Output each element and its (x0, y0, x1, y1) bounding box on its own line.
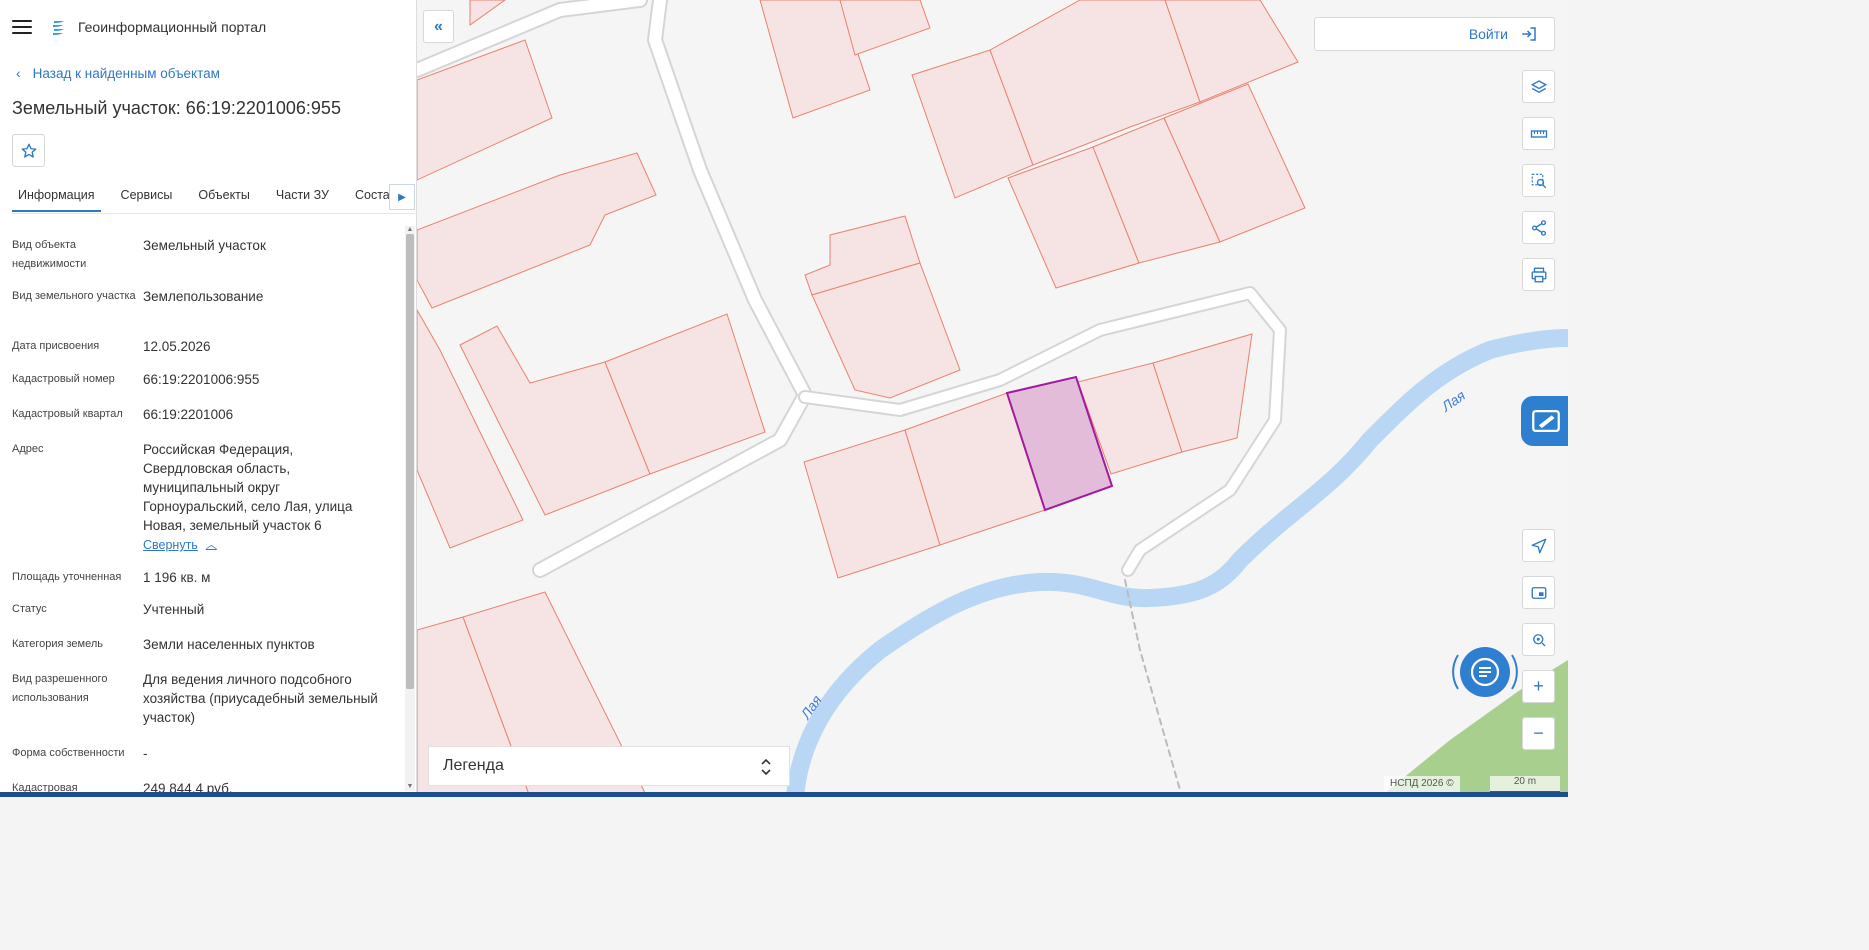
tab-parcel-parts[interactable]: Части ЗУ (270, 180, 335, 212)
detail-value: Земли населенных пунктов (143, 637, 315, 652)
feedback-tab[interactable] (1521, 396, 1568, 446)
login-label: Войти (1468, 26, 1508, 42)
map-scale: 20 m (1490, 776, 1560, 792)
detail-row: Вид разрешенного использования Для веден… (12, 670, 397, 727)
printer-icon (1531, 267, 1546, 282)
geolocate-button[interactable] (1522, 529, 1555, 562)
ruler-icon (1530, 129, 1547, 138)
double-chevron-left-icon: « (434, 17, 443, 35)
layers-button[interactable] (1522, 70, 1555, 103)
legend-label: Легенда (443, 757, 504, 774)
share-button[interactable] (1522, 211, 1555, 244)
zoom-object-icon (1532, 633, 1545, 646)
detail-key: Вид объекта недвижимости (12, 239, 87, 270)
info-sidebar: Геоинформационный портал ‹ Назад к найде… (0, 0, 417, 797)
detail-row: Форма собственности - (12, 744, 397, 763)
detail-row: Вид объекта недвижимости Земельный участ… (12, 236, 397, 274)
app-root: Геоинформационный портал ‹ Назад к найде… (0, 0, 1568, 797)
detail-key: Вид земельного участка (12, 290, 136, 302)
detail-key: Форма собственности (12, 747, 125, 759)
minus-icon: − (1533, 723, 1544, 743)
detail-key: Кадастровый квартал (12, 408, 123, 420)
tabs-scroll-right-button[interactable]: ▶ (389, 184, 415, 210)
caret-right-icon: ▶ (398, 191, 406, 203)
minimap-button[interactable] (1522, 576, 1555, 609)
measure-button[interactable] (1522, 117, 1555, 150)
detail-value: Земельный участок (143, 238, 266, 253)
portal-logo-icon (53, 21, 64, 35)
plus-icon: + (1533, 676, 1544, 696)
expand-collapse-icon (761, 758, 771, 776)
tab-information[interactable]: Информация (12, 180, 101, 212)
chevron-up-icon: ︿ (205, 539, 217, 551)
navigation-arrow-icon (1531, 538, 1546, 553)
detail-row: Площадь уточненная 1 196 кв. м (12, 568, 397, 587)
scroll-up-arrow-icon[interactable]: ▲ (406, 226, 414, 234)
details-list: Вид объекта недвижимости Земельный участ… (0, 226, 403, 797)
area-search-icon (1531, 173, 1546, 188)
map-attribution: НСПД 2026 © (1384, 776, 1460, 792)
detail-value: Российская Федерация, Свердловская облас… (143, 442, 353, 533)
page-title: Земельный участок: 66:19:2201006:955 (12, 98, 341, 118)
tab-services[interactable]: Сервисы (115, 180, 179, 212)
object-tabs: Информация Сервисы Объекты Части ЗУ Сост… (12, 180, 417, 214)
chat-button[interactable] (1450, 637, 1520, 707)
scroll-down-arrow-icon[interactable]: ▼ (406, 783, 414, 791)
detail-value: 1 196 кв. м (143, 570, 211, 585)
login-button[interactable]: Войти (1314, 17, 1555, 51)
login-icon (1522, 27, 1536, 41)
detail-value: 12.05.2026 (143, 339, 211, 354)
scrollbar-thumb[interactable] (406, 234, 414, 689)
detail-key: Вид разрешенного использования (12, 673, 108, 704)
zoom-in-button[interactable]: + (1522, 670, 1555, 703)
minimap-icon (1531, 586, 1546, 599)
detail-key: Статус (12, 603, 47, 615)
collapse-address-link[interactable]: Свернуть ︿ (143, 536, 217, 555)
sidebar-topbar: Геоинформационный портал (0, 0, 416, 54)
back-to-results-link[interactable]: ‹ Назад к найденным объектам (16, 65, 220, 81)
address-value-block: Российская Федерация, Свердловская облас… (143, 440, 383, 555)
detail-row: Кадастровый номер 66:19:2201006:955 (12, 370, 397, 389)
chat-icon (1452, 647, 1518, 697)
detail-key: Площадь уточненная (12, 571, 122, 583)
share-icon (1531, 219, 1546, 236)
detail-key: Кадастровый номер (12, 373, 115, 385)
detail-row-address: Адрес Российская Федерация, Свердловская… (12, 440, 397, 555)
detail-key: Категория земель (12, 638, 103, 650)
collapse-link-label: Свернуть (143, 538, 198, 552)
detail-value: Землепользование (143, 289, 264, 304)
portal-title: Геоинформационный портал (78, 19, 267, 35)
detail-value: - (143, 746, 148, 761)
map-layer[interactable]: Лая Лая (417, 0, 1568, 797)
menu-icon[interactable] (12, 20, 32, 34)
back-link-label: Назад к найденным объектам (32, 65, 220, 81)
detail-value: 66:19:2201006:955 (143, 372, 260, 387)
chevron-left-icon: ‹ (16, 65, 21, 81)
favorite-button[interactable] (12, 134, 45, 167)
os-taskbar (0, 792, 1568, 797)
detail-row: Дата присвоения 12.05.2026 (12, 337, 397, 356)
print-button[interactable] (1522, 258, 1555, 291)
tab-objects[interactable]: Объекты (192, 180, 256, 212)
zoom-out-button[interactable]: − (1522, 717, 1555, 750)
detail-row: Статус Учтенный (12, 600, 397, 619)
detail-key: Адрес (12, 443, 44, 455)
detail-value: Учтенный (143, 602, 205, 617)
map-canvas[interactable]: Лая Лая (417, 0, 1568, 797)
details-scrollbar[interactable]: ▲ ▼ (405, 226, 415, 791)
detail-row: Вид земельного участка Землепользование (12, 287, 397, 306)
detail-value: 66:19:2201006 (143, 407, 234, 422)
feedback-map-icon (1532, 409, 1560, 433)
detail-row: Кадастровый квартал 66:19:2201006 (12, 405, 397, 424)
detail-row: Категория земель Земли населенных пункто… (12, 635, 397, 654)
zoom-to-object-button[interactable] (1522, 623, 1555, 656)
legend-panel[interactable]: Легенда (428, 746, 790, 786)
detail-key: Дата присвоения (12, 340, 100, 352)
area-search-button[interactable] (1522, 164, 1555, 197)
star-icon (21, 143, 36, 158)
detail-value: Для ведения личного подсобного хозяйства… (143, 672, 378, 725)
collapse-sidebar-button[interactable]: « (423, 10, 454, 43)
layers-icon (1530, 79, 1547, 93)
river-label: Лая (1438, 387, 1469, 415)
